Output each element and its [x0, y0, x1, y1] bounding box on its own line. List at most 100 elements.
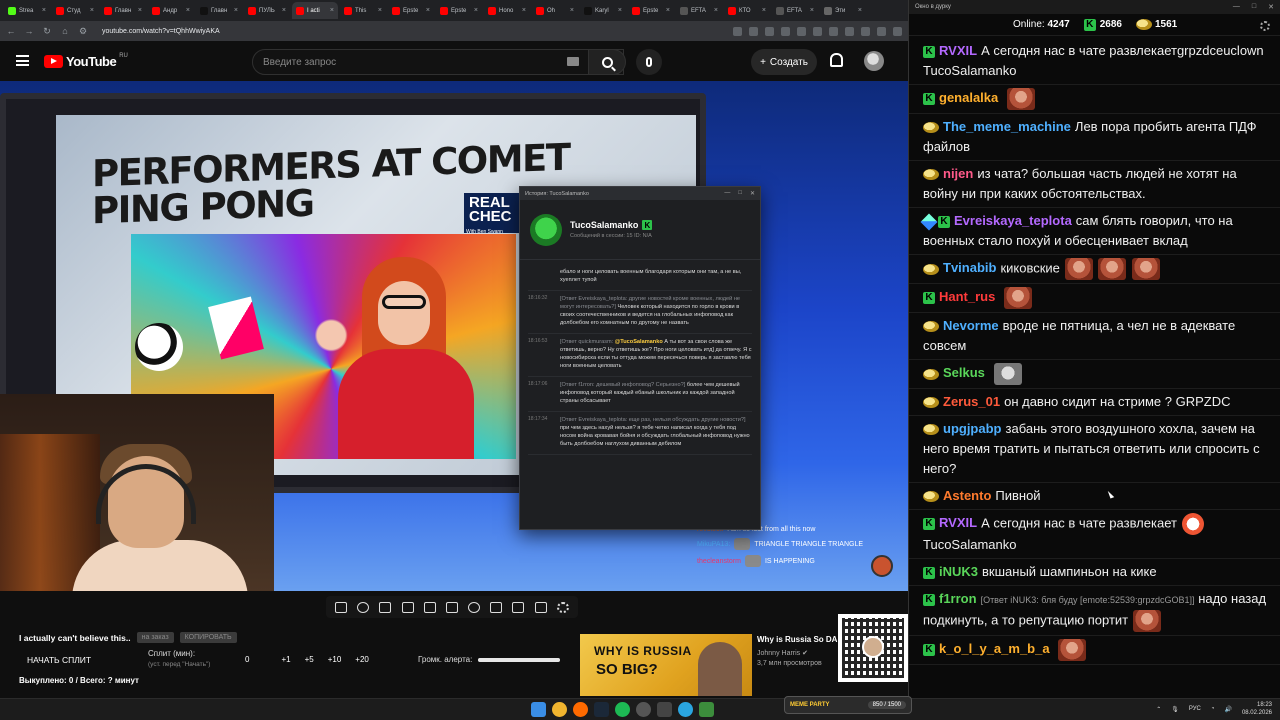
- chat-username[interactable]: nijen: [943, 166, 973, 181]
- extension-icon[interactable]: [781, 26, 790, 36]
- tab-close-icon[interactable]: ×: [282, 7, 286, 14]
- chat-message[interactable]: Kk_o_l_y_a_m_b_a: [909, 636, 1280, 665]
- spotify-icon[interactable]: [615, 702, 630, 717]
- chat-message[interactable]: K Evreiskaya_teplota сам блять говорил, чт…: [909, 208, 1280, 255]
- voice-search-button[interactable]: [636, 49, 662, 75]
- mic-tray-icon[interactable]: 🎙: [1171, 706, 1179, 713]
- home-icon[interactable]: ⌂: [60, 26, 70, 36]
- bookmark-star-icon[interactable]: [765, 26, 774, 36]
- tab-close-icon[interactable]: ×: [330, 7, 334, 14]
- chat-message[interactable]: The_meme_machine Лев пора пробить агента …: [909, 114, 1280, 161]
- browser-tab[interactable]: Студ ×: [52, 2, 98, 19]
- steam-icon[interactable]: [594, 702, 609, 717]
- tab-close-icon[interactable]: ×: [378, 7, 382, 14]
- add-1-button[interactable]: +1: [281, 655, 290, 664]
- chat-message[interactable]: Tvinabib киковские: [909, 255, 1280, 284]
- chat-message[interactable]: upgjpabp забань этого воздушного хохла, з…: [909, 416, 1280, 483]
- chrome-icon[interactable]: [552, 702, 567, 717]
- recommended-thumbnail[interactable]: WHY IS RUSSIA SO BIG?: [580, 634, 752, 696]
- site-info-icon[interactable]: ⚙: [78, 26, 88, 37]
- browser-tab[interactable]: Андр ×: [148, 2, 194, 19]
- chat-username[interactable]: upgjpabp: [943, 421, 1002, 436]
- wifi-icon[interactable]: ◔: [1211, 706, 1215, 712]
- start-split-button[interactable]: НАЧАТЬ СПЛИТ: [27, 655, 91, 665]
- browser-tab[interactable]: Hono ×: [484, 2, 530, 19]
- minimize-icon[interactable]: —: [724, 190, 730, 197]
- extension-icon[interactable]: [797, 26, 806, 36]
- youtube-logo[interactable]: YouTube RU: [44, 53, 128, 69]
- chat-message[interactable]: Zerus_01 он давно сидит на стриме ? GRPZD…: [909, 389, 1280, 416]
- volume-icon[interactable]: 🔊: [1224, 706, 1231, 713]
- search-button[interactable]: [588, 49, 626, 75]
- tab-close-icon[interactable]: ×: [90, 7, 94, 14]
- chat-username[interactable]: Nevorme: [943, 318, 999, 333]
- chat-message[interactable]: K Hant_rus: [909, 284, 1280, 313]
- chat-username[interactable]: Evreiskaya_teplota: [954, 213, 1072, 228]
- add-clip-icon[interactable]: [490, 601, 503, 613]
- browser-tab[interactable]: Главн ×: [100, 2, 146, 19]
- chat-username[interactable]: f1rron: [939, 591, 977, 606]
- camera-icon[interactable]: [512, 601, 525, 613]
- browser-tab[interactable]: Главн ×: [196, 2, 242, 19]
- browser-tab[interactable]: ПУЛЬ ×: [244, 2, 290, 19]
- language-indicator[interactable]: РУС: [1189, 706, 1201, 712]
- tab-close-icon[interactable]: ×: [186, 7, 190, 14]
- url-field[interactable]: youtube.com/watch?v=tQhhWwiyAKA: [102, 28, 220, 35]
- browser-tab[interactable]: КТО ×: [724, 2, 770, 19]
- browser-tab[interactable]: Karyl ×: [580, 2, 626, 19]
- extension-icon[interactable]: [845, 26, 854, 36]
- browser-tab[interactable]: This ×: [340, 2, 386, 19]
- extension-icon[interactable]: [813, 26, 822, 36]
- filmstrip-icon[interactable]: [445, 601, 458, 613]
- profile-icon[interactable]: [877, 26, 886, 36]
- chat-message[interactable]: Nevorme вроде не пятница, а чел не в адек…: [909, 313, 1280, 360]
- chat-message[interactable]: Kf1rron [Ответ iNUK3: бля буду [emote:525…: [909, 586, 1280, 636]
- tab-close-icon[interactable]: ×: [810, 7, 814, 14]
- recommended-title[interactable]: Why is Russia So DA: [757, 635, 837, 644]
- settings-gear-icon[interactable]: [556, 601, 569, 613]
- add-20-button[interactable]: +20: [355, 655, 369, 664]
- reload-icon[interactable]: ↻: [42, 26, 52, 37]
- chat-username[interactable]: RVXIL: [939, 515, 977, 530]
- telegram-icon[interactable]: [678, 702, 693, 717]
- zoom-icon[interactable]: [733, 26, 742, 36]
- screenshot-icon[interactable]: [379, 601, 392, 613]
- speed-icon[interactable]: [468, 601, 481, 613]
- download-icon[interactable]: [861, 26, 870, 36]
- maximize-icon[interactable]: □: [738, 190, 742, 197]
- cast-icon[interactable]: [749, 26, 758, 36]
- create-button[interactable]: + Создать: [751, 49, 817, 75]
- tab-close-icon[interactable]: ×: [570, 7, 574, 14]
- tab-close-icon[interactable]: ×: [762, 7, 766, 14]
- pip-icon[interactable]: [423, 601, 436, 613]
- meme-party-widget[interactable]: MEME PARTY 850 / 1500: [784, 696, 912, 714]
- chevron-up-icon[interactable]: ⌃: [1156, 706, 1161, 713]
- chat-username[interactable]: Selkus: [943, 365, 985, 380]
- hamburger-menu-icon[interactable]: [16, 55, 29, 66]
- loop-icon[interactable]: [335, 601, 348, 613]
- broadcast-icon[interactable]: [357, 601, 370, 613]
- browser-tab[interactable]: I acti ×: [292, 2, 338, 19]
- chat-message[interactable]: Selkus: [909, 360, 1280, 389]
- chat-settings-icon[interactable]: [1260, 21, 1270, 31]
- chat-username[interactable]: iNUK3: [939, 564, 978, 579]
- menu-icon[interactable]: [893, 26, 902, 36]
- tab-close-icon[interactable]: ×: [474, 7, 478, 14]
- tab-close-icon[interactable]: ×: [858, 7, 862, 14]
- app-icon[interactable]: [699, 702, 714, 717]
- browser-tab[interactable]: EFTA ×: [676, 2, 722, 19]
- browser-tab[interactable]: Epste ×: [628, 2, 674, 19]
- chat-message-list[interactable]: K RVXIL А сегодня нас в чате развлекаетgrp…: [909, 38, 1280, 688]
- clapper-icon[interactable]: [401, 601, 414, 613]
- browser-tab[interactable]: EFTA ×: [772, 2, 818, 19]
- add-10-button[interactable]: +10: [328, 655, 342, 664]
- chat-username[interactable]: Hant_rus: [939, 289, 995, 304]
- flask-icon[interactable]: [534, 601, 547, 613]
- browser-tab[interactable]: Epste ×: [436, 2, 482, 19]
- chat-username[interactable]: RVXIL: [939, 43, 977, 58]
- order-chip[interactable]: на заказ: [136, 632, 174, 643]
- chat-username[interactable]: Zerus_01: [943, 394, 1000, 409]
- add-5-button[interactable]: +5: [305, 655, 314, 664]
- chat-message[interactable]: K RVXIL А сегодня нас в чате развлекаетgrp…: [909, 38, 1280, 85]
- browser-tab[interactable]: Epste ×: [388, 2, 434, 19]
